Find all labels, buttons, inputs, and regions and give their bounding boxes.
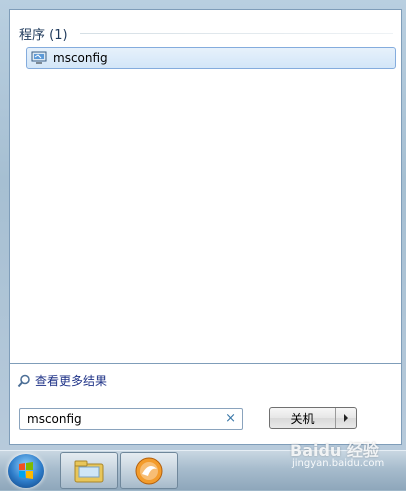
msconfig-app-icon — [31, 51, 47, 64]
start-menu: 程序 (1) msconfig 查看更多结果 × 关机 — [0, 0, 406, 450]
taskbar-browser-button[interactable] — [120, 452, 178, 489]
folder-icon — [74, 460, 104, 482]
start-button[interactable] — [8, 454, 44, 488]
taskbar-explorer-button[interactable] — [60, 452, 118, 489]
browser-icon — [135, 457, 163, 484]
result-item-label: msconfig — [53, 51, 108, 65]
results-group-header: 程序 (1) — [19, 28, 68, 43]
see-more-results-link[interactable]: 查看更多结果 — [17, 372, 107, 389]
start-menu-bottom: 查看更多结果 × 关机 — [9, 364, 402, 445]
result-item-msconfig[interactable]: msconfig — [26, 47, 396, 69]
search-input[interactable] — [25, 411, 224, 427]
search-box[interactable]: × — [19, 408, 243, 430]
windows-logo-icon — [19, 462, 33, 479]
chevron-right-icon — [344, 414, 348, 422]
group-divider — [80, 33, 393, 34]
watermark-url: jingyan.baidu.com — [292, 458, 385, 469]
search-results-pane: 程序 (1) msconfig — [9, 9, 402, 364]
shutdown-button-group: 关机 — [269, 407, 357, 429]
search-icon — [17, 374, 30, 387]
clear-search-icon[interactable]: × — [225, 411, 236, 426]
shutdown-options-button[interactable] — [336, 408, 356, 428]
see-more-label: 查看更多结果 — [35, 374, 108, 388]
shutdown-button[interactable]: 关机 — [270, 408, 336, 428]
